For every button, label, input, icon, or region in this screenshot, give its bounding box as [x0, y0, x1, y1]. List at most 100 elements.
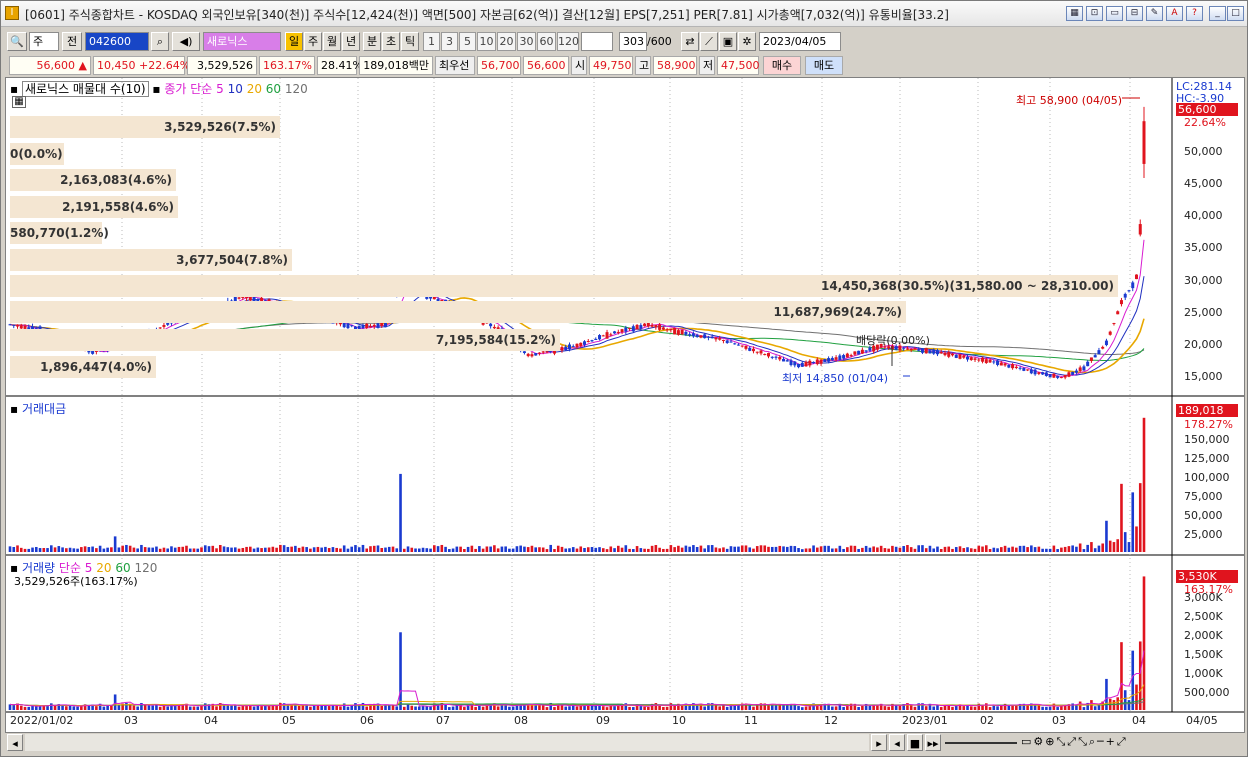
- amount-bar: [894, 546, 898, 552]
- count-input[interactable]: 303: [619, 32, 647, 51]
- maximize-icon[interactable]: □: [1227, 6, 1244, 21]
- y-tick: 25,000: [1184, 528, 1223, 541]
- scroll-right-icon[interactable]: ▸: [871, 734, 887, 751]
- amount-bar: [1003, 545, 1007, 552]
- next-icon[interactable]: ▸▸: [925, 734, 941, 751]
- high-annotation: 최고 58,900 (04/05): [1016, 94, 1123, 107]
- amount-bar: [782, 546, 785, 552]
- help-icon[interactable]: ?: [1186, 6, 1203, 21]
- speaker-icon[interactable]: ◀): [172, 32, 200, 51]
- interval-5[interactable]: 5: [459, 32, 476, 51]
- candle-body: [1074, 370, 1078, 373]
- title-bar[interactable]: I [0601] 주식종합차트 - KOSDAQ 외국인보유[340(천)] 주…: [1, 1, 1247, 27]
- candle-body: [845, 353, 849, 358]
- tool-icons[interactable]: ▭⚙⊕⤡⤢⤡⌕─+⤢: [1021, 735, 1128, 749]
- interval-10[interactable]: 10: [477, 32, 496, 51]
- tab-month[interactable]: 월: [323, 32, 341, 51]
- candle-body: [661, 327, 665, 330]
- volume-bar: [327, 706, 331, 710]
- amount-bar: [519, 545, 522, 552]
- amount-bar: [185, 545, 188, 552]
- amount-bar: [789, 545, 793, 552]
- best-label: 최우선: [435, 56, 475, 75]
- y-tick: 40,000: [1184, 209, 1223, 222]
- save-icon[interactable]: ▣: [719, 32, 737, 51]
- volume-bar: [421, 705, 425, 710]
- scroll-track[interactable]: [25, 734, 869, 751]
- tab-minute[interactable]: 분: [363, 32, 381, 51]
- chart-tool-icon[interactable]: ⟋: [700, 32, 718, 51]
- amount-bar: [793, 546, 797, 552]
- interval-input[interactable]: [581, 32, 613, 51]
- amount-bar: [1138, 483, 1142, 552]
- candle-body: [725, 340, 729, 344]
- search-icon[interactable]: ⌕: [151, 32, 169, 51]
- volume-bar: [110, 705, 113, 710]
- chart-area[interactable]: ▪ 새로닉스 매물대 수(10) ▪ 종가 단순 5 10 20 60 120 …: [5, 77, 1245, 733]
- amount-bar: [451, 548, 455, 552]
- amount-bar: [917, 545, 921, 552]
- arrows-icon[interactable]: ⇄: [681, 32, 699, 51]
- interval-30[interactable]: 30: [517, 32, 536, 51]
- font-icon[interactable]: A: [1166, 6, 1183, 21]
- stop-icon[interactable]: ■: [907, 734, 923, 751]
- chart-canvas[interactable]: [6, 78, 1244, 732]
- vol-ma5-line: [9, 650, 1145, 707]
- type-select[interactable]: 주: [29, 32, 59, 51]
- amount-bar: [1135, 526, 1138, 552]
- interval-120[interactable]: 120: [557, 32, 579, 51]
- interval-1[interactable]: 1: [423, 32, 440, 51]
- volume-bar: [196, 706, 200, 710]
- interval-20[interactable]: 20: [497, 32, 516, 51]
- candle-body: [966, 356, 970, 360]
- tab-year[interactable]: 년: [342, 32, 360, 51]
- volume-bar: [230, 705, 233, 710]
- volume-bar: [620, 705, 624, 710]
- amount-bar: [1041, 548, 1044, 552]
- gear-icon[interactable]: ✲: [738, 32, 756, 51]
- tab-tick[interactable]: 틱: [401, 32, 419, 51]
- candle-body: [917, 349, 921, 351]
- memo-icon[interactable]: ✎: [1146, 6, 1163, 21]
- type2-button[interactable]: 전: [62, 32, 82, 51]
- candle-body: [864, 350, 868, 352]
- scroll-left-icon[interactable]: ◂: [7, 734, 23, 751]
- scroll-bar[interactable]: ◂ ▸ ◂ ■ ▸▸ ▭⚙⊕⤡⤢⤡⌕─+⤢: [5, 733, 1245, 753]
- volume-bar: [1123, 690, 1127, 710]
- amount-bar: [958, 546, 962, 552]
- amount-bar: [143, 547, 147, 552]
- amount-bar: [440, 544, 444, 552]
- amount-bar: [1075, 546, 1078, 552]
- grid-icon[interactable]: ▦: [12, 96, 26, 108]
- amount-bar: [898, 547, 902, 552]
- volume-bar: [575, 706, 579, 710]
- minimize-icon[interactable]: _: [1209, 6, 1226, 21]
- tab-second[interactable]: 초: [382, 32, 400, 51]
- tab-day[interactable]: 일: [285, 32, 303, 51]
- prev-icon[interactable]: ◂: [889, 734, 905, 751]
- search-code-icon[interactable]: 🔍: [7, 32, 27, 51]
- volume-bar: [354, 703, 357, 710]
- interval-60[interactable]: 60: [537, 32, 556, 51]
- stock-name[interactable]: 새로닉스: [203, 32, 281, 51]
- buy-button[interactable]: 매수: [763, 56, 801, 75]
- layout-icon[interactable]: ▦: [1066, 6, 1083, 21]
- amount-bar: [831, 548, 834, 552]
- lock-icon[interactable]: ⊡: [1086, 6, 1103, 21]
- volume-bar: [335, 705, 338, 710]
- candle-body: [489, 323, 493, 327]
- link-icon[interactable]: ⊟: [1126, 6, 1143, 21]
- amount-bar: [658, 547, 661, 552]
- stock-code-input[interactable]: 042600: [85, 32, 149, 51]
- volume-bar: [1015, 705, 1018, 710]
- volume-bar: [1082, 707, 1086, 710]
- zoom-slider[interactable]: [945, 742, 1017, 744]
- amount-bar: [1033, 547, 1037, 552]
- window-icon[interactable]: ▭: [1106, 6, 1123, 21]
- tab-week[interactable]: 주: [304, 32, 322, 51]
- candle-body: [977, 359, 981, 361]
- sell-button[interactable]: 매도: [805, 56, 843, 75]
- interval-3[interactable]: 3: [441, 32, 458, 51]
- date-input[interactable]: 2023/04/05: [759, 32, 841, 51]
- amount-bar: [478, 546, 481, 552]
